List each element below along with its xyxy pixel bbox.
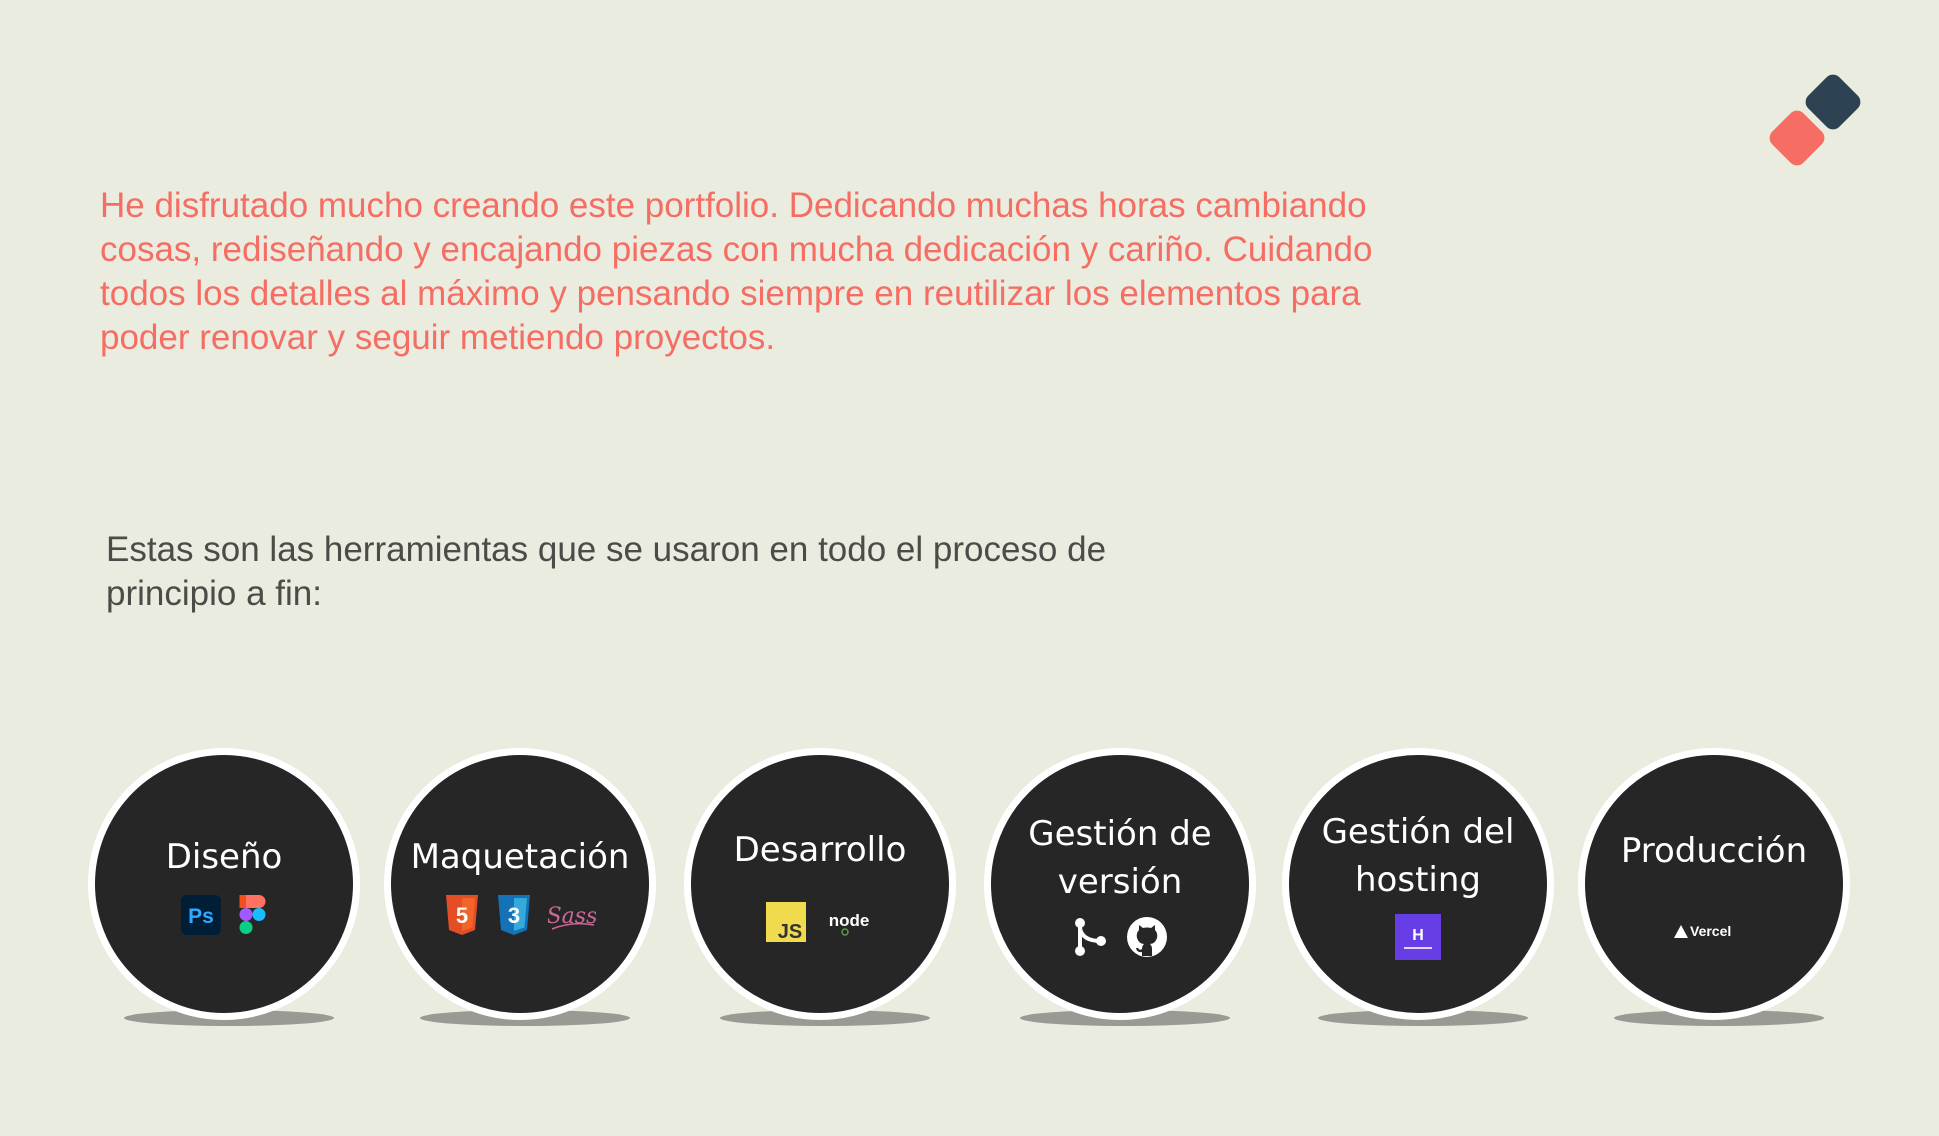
svg-text:node: node <box>829 911 870 930</box>
svg-text:H: H <box>1412 927 1424 944</box>
git-icon <box>1075 918 1106 956</box>
tool-circle-production: Producción Vercel <box>1578 748 1850 1020</box>
tool-circle-layout: Maquetación 5 3 Sass <box>384 748 656 1020</box>
svg-text:3: 3 <box>508 903 520 928</box>
tool-circle-hosting: Gestión del hosting H <box>1282 748 1554 1020</box>
html5-icon: 5 <box>446 895 478 935</box>
javascript-icon: JS <box>766 902 806 942</box>
vercel-icon: Vercel <box>1674 923 1731 939</box>
hostinger-icon: H <box>1395 914 1441 960</box>
tool-layout: Maquetación 5 3 Sass <box>384 748 656 1038</box>
brand-logo[interactable] <box>1765 70 1875 180</box>
sass-icon: Sass <box>548 904 596 930</box>
tool-label: Producción <box>1620 831 1808 871</box>
intro-paragraph: He disfrutado mucho creando este portfol… <box>100 186 1373 357</box>
svg-text:5: 5 <box>456 903 468 928</box>
svg-text:Sass: Sass <box>548 904 596 929</box>
tool-development: Desarrollo JS node <box>684 748 956 1038</box>
tool-version-control: Gestión de versión <box>984 748 1256 1038</box>
nodejs-icon: node <box>829 911 870 936</box>
tool-circle-design: Diseño Ps <box>88 748 360 1020</box>
svg-text:Ps: Ps <box>188 905 214 928</box>
figma-icon <box>239 895 266 934</box>
tools-heading: Estas son las herramientas que se usaron… <box>106 530 1107 613</box>
tool-label: Gestión de versión <box>1028 814 1212 902</box>
tool-design: Diseño Ps <box>88 748 360 1038</box>
tool-label: Diseño <box>165 837 283 877</box>
tools-list: Diseño Ps Maquetación 5 3 Sass Desarroll… <box>0 748 1939 1038</box>
photoshop-icon: Ps <box>181 895 221 935</box>
svg-text:JS: JS <box>778 921 802 942</box>
svg-text:Vercel: Vercel <box>1690 923 1731 939</box>
tool-label: Gestión del hosting <box>1321 812 1515 900</box>
tool-label: Desarrollo <box>733 830 907 870</box>
github-icon <box>1127 917 1167 957</box>
tool-circle-version-control: Gestión de versión <box>984 748 1256 1020</box>
tool-production: Producción Vercel <box>1578 748 1850 1038</box>
css3-icon: 3 <box>498 895 530 935</box>
tool-label: Maquetación <box>410 837 630 877</box>
tool-circle-development: Desarrollo JS node <box>684 748 956 1020</box>
tool-hosting: Gestión del hosting H <box>1282 748 1554 1038</box>
